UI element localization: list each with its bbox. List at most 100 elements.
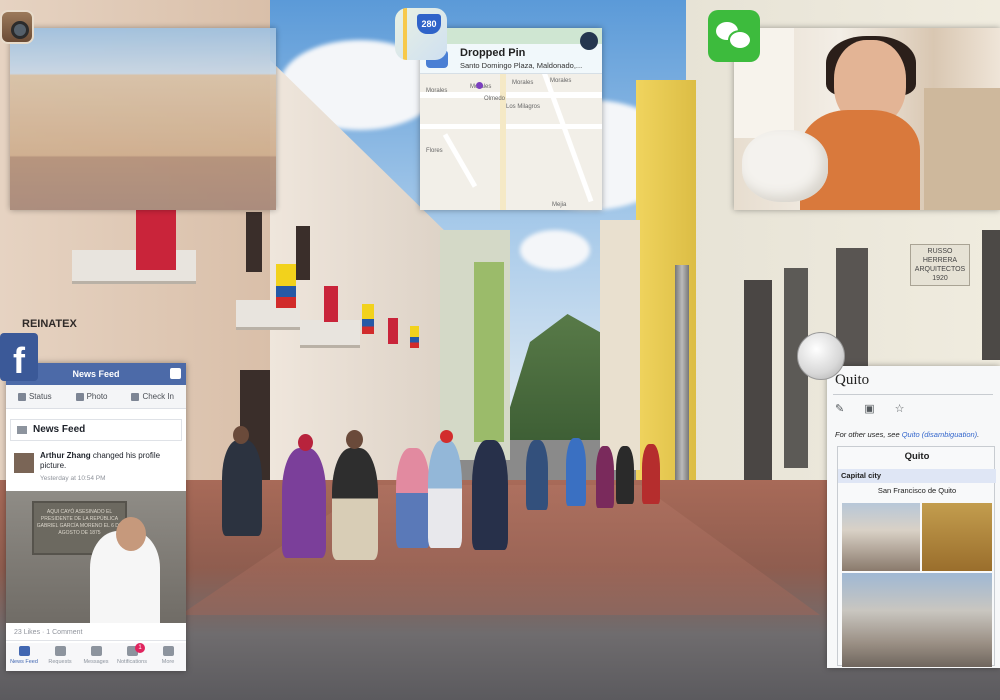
pedestrian (642, 444, 660, 504)
camera-icon (75, 392, 84, 401)
pedestrian (396, 448, 430, 548)
friend-requests-icon[interactable] (170, 368, 181, 379)
bookshelf (924, 88, 1000, 210)
checkin-button[interactable]: Check In (131, 392, 174, 401)
hatnote-suffix: . (977, 430, 980, 439)
post-photo[interactable]: AQUI CAYÓ ASESINADO EL PRESIDENTE DE LA … (6, 491, 186, 623)
tab-notifications[interactable]: 1 Notifications (115, 643, 149, 671)
dog (742, 130, 828, 202)
post-timestamp: Yesterday at 10:54 PM (40, 475, 106, 482)
image-icon[interactable]: ▣ (864, 402, 874, 415)
balcony (72, 250, 196, 284)
tab-label: Requests (48, 659, 72, 665)
map-label: Olmedo (484, 96, 506, 102)
menu-icon (162, 646, 174, 656)
checkin-label: Check In (142, 392, 175, 401)
avatar[interactable] (14, 453, 34, 473)
architect-sign-text: RUSSO HERRERA ARQUITECTOS (914, 248, 966, 273)
highway-shield: 280 (417, 14, 441, 34)
divider (833, 394, 993, 395)
window (744, 280, 772, 490)
instagram-photo[interactable] (10, 28, 276, 210)
map-road (540, 67, 594, 203)
flag-ecuador (362, 304, 374, 334)
disambiguation-link[interactable]: Quito (disambiguation) (902, 430, 977, 439)
facebook-icon[interactable]: f (0, 333, 38, 381)
store-sign: REINATEX (22, 318, 77, 330)
map-label: Los Milagros (506, 104, 541, 110)
pedestrian (616, 446, 634, 504)
tab-more[interactable]: More (151, 643, 185, 671)
pedestrian (222, 440, 262, 536)
edit-icon[interactable]: ✎ (835, 402, 844, 415)
news-feed-header[interactable]: News Feed (10, 419, 182, 441)
article-toolbar: ✎ ▣ ☆ (835, 402, 905, 415)
post-stats[interactable]: 23 Likes · 1 Comment (6, 625, 186, 641)
maps-app-icon[interactable]: 280 (395, 8, 447, 60)
pencil-icon (17, 392, 26, 401)
pedestrian-head (298, 434, 313, 451)
map-road (500, 68, 506, 210)
architect-sign-year: 1920 (932, 275, 948, 282)
flag-red (388, 318, 398, 344)
infobox-image[interactable] (842, 503, 920, 571)
chat-bubble (728, 30, 752, 50)
pedestrian (526, 440, 548, 510)
feed-post[interactable]: Arthur Zhang changed his profile picture… (10, 449, 182, 489)
wikipedia-article[interactable]: Quito ✎ ▣ ☆ For other uses, see Quito (d… (827, 366, 1000, 668)
wechat-icon[interactable] (708, 10, 760, 62)
pedestrian-head (440, 430, 453, 443)
hatnote-prefix: For other uses, see (835, 430, 902, 439)
friends-icon (54, 646, 66, 656)
tab-label: Messages (83, 659, 109, 665)
compass-icon[interactable] (580, 32, 598, 50)
instagram-icon[interactable] (0, 10, 34, 44)
infobox-value: San Francisco de Quito (877, 486, 957, 495)
status-label: Status (28, 392, 52, 401)
map-view[interactable]: Morales Morales Morales Morales Olmedo L… (420, 28, 602, 210)
pedestrian (282, 448, 326, 558)
flag-red (324, 286, 338, 322)
map-pin-callout[interactable]: Dropped Pin Santo Domingo Plaza, Maldona… (420, 44, 602, 74)
map-road (442, 133, 478, 188)
pedestrian (566, 438, 586, 506)
hatnote: For other uses, see Quito (disambiguatio… (835, 430, 1000, 439)
news-feed-icon (18, 646, 30, 656)
post-author[interactable]: Arthur Zhang (40, 451, 91, 460)
map-pin-title: Dropped Pin (460, 47, 526, 59)
tab-news-feed[interactable]: News Feed (7, 643, 41, 671)
tab-label: More (161, 659, 175, 665)
map-pin[interactable] (476, 82, 483, 89)
star-icon[interactable]: ☆ (895, 402, 905, 415)
infobox-image[interactable] (922, 503, 992, 571)
map-label: Morales (512, 80, 534, 86)
infobox-image[interactable] (842, 573, 992, 667)
photo-label: Photo (86, 392, 108, 401)
map-pin-address: Santo Domingo Plaza, Maldonado,... (460, 61, 583, 70)
post-text: Arthur Zhang changed his profile picture… (40, 451, 170, 471)
location-pin-icon (131, 392, 140, 401)
news-feed-icon (17, 426, 27, 434)
right-far-building (600, 220, 640, 470)
window (982, 230, 1000, 360)
pedestrian-head (233, 426, 249, 444)
wikipedia-globe-icon[interactable] (797, 332, 845, 380)
tab-label: Notifications (117, 659, 147, 665)
map-label: Morales (550, 78, 572, 84)
flag-red (136, 210, 176, 270)
fb-title: News Feed (72, 369, 120, 379)
map-road (420, 124, 602, 129)
architect-sign: RUSSO HERRERA ARQUITECTOS 1920 (910, 244, 970, 286)
news-feed-header-label: News Feed (33, 424, 86, 435)
map-label: Flores (426, 148, 443, 154)
green-building (474, 262, 504, 442)
window (296, 226, 310, 280)
tab-requests[interactable]: Requests (43, 643, 77, 671)
notifications-badge: 1 (135, 643, 145, 653)
status-button[interactable]: Status (17, 392, 52, 401)
facebook-app[interactable]: News Feed Status Photo Check In News Fee… (6, 363, 186, 671)
article-title: Quito (835, 372, 870, 388)
tab-messages[interactable]: Messages (79, 643, 113, 671)
photo-button[interactable]: Photo (75, 392, 108, 401)
infobox-title: Quito (904, 451, 930, 462)
